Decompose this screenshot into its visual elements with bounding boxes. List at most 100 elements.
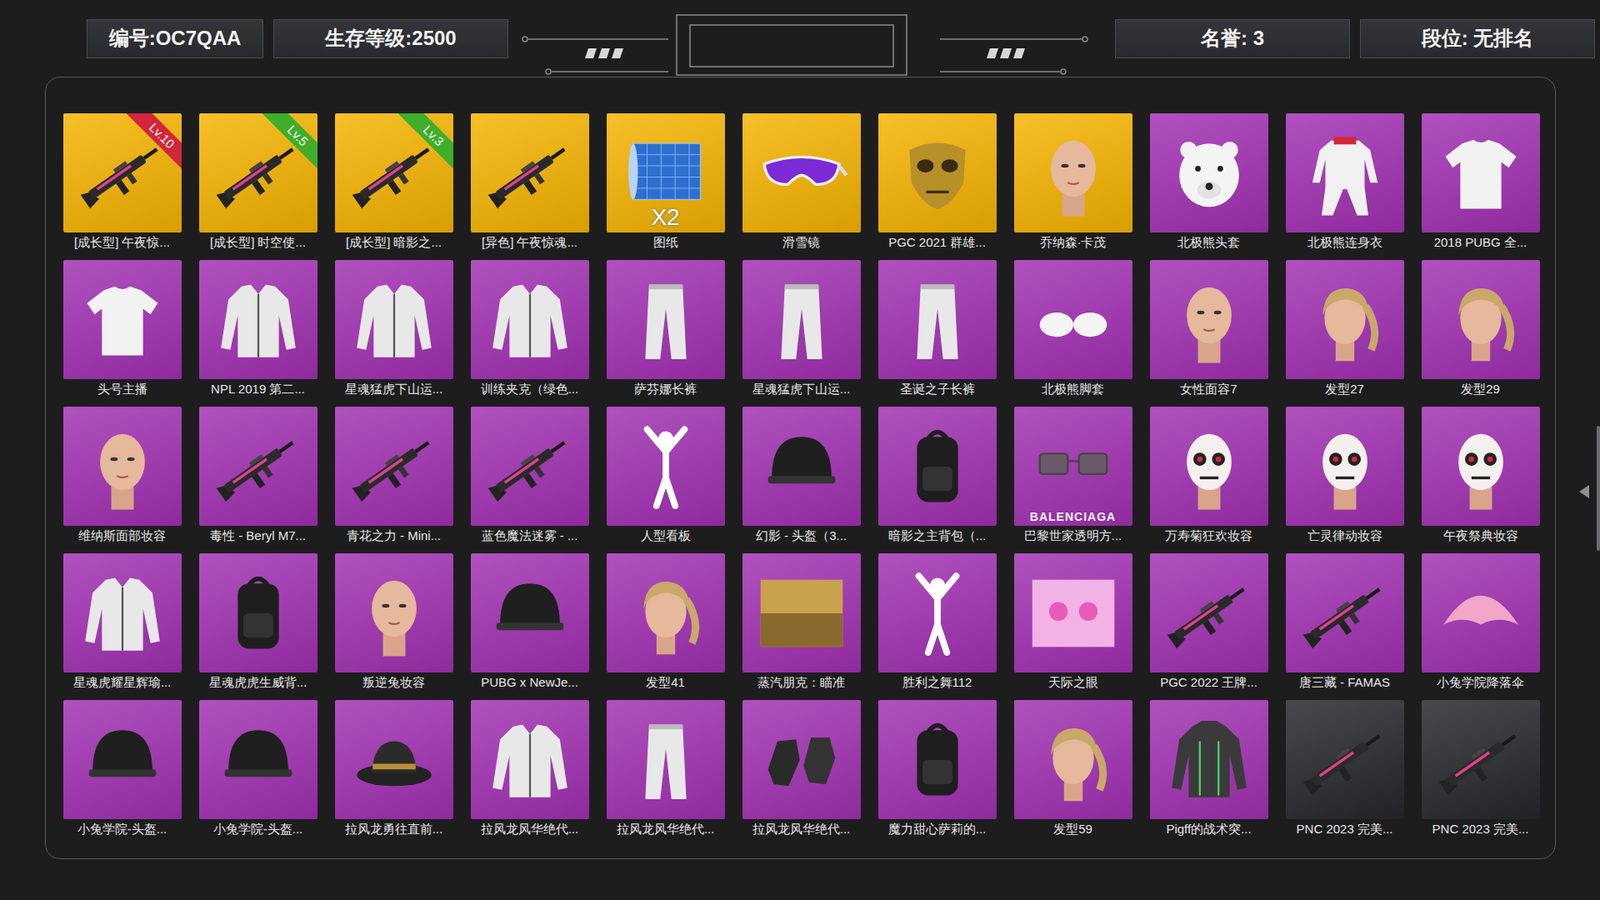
- item-tile[interactable]: [1285, 406, 1405, 526]
- item-card[interactable]: PGC 2021 群雄...: [869, 113, 1005, 253]
- item-card[interactable]: 人型看板: [597, 406, 734, 546]
- item-tile[interactable]: [335, 260, 454, 380]
- item-card[interactable]: 万寿菊狂欢妆容: [1140, 406, 1277, 546]
- item-card[interactable]: NPL 2019 第二...: [190, 260, 326, 400]
- item-card[interactable]: 蓝色魔法迷雾 - ...: [461, 406, 598, 546]
- item-card[interactable]: 2018 PUBG 全...: [1412, 113, 1549, 253]
- item-tile[interactable]: [1421, 113, 1540, 233]
- item-card[interactable]: 萨芬娜长裤: [597, 260, 734, 400]
- item-card[interactable]: 小兔学院-头盔...: [190, 700, 326, 840]
- item-tile[interactable]: [606, 700, 725, 820]
- item-tile[interactable]: [335, 553, 454, 673]
- item-card[interactable]: 胜利之舞112: [869, 553, 1005, 693]
- item-card[interactable]: 青花之力 - Mini...: [325, 406, 462, 546]
- item-tile[interactable]: [1150, 260, 1269, 380]
- item-tile[interactable]: [878, 113, 997, 233]
- item-card[interactable]: 魔力甜心萨莉的...: [869, 700, 1005, 840]
- item-tile[interactable]: Lv.10: [63, 113, 182, 233]
- item-tile[interactable]: [878, 700, 997, 820]
- item-tile[interactable]: [470, 113, 590, 233]
- item-card[interactable]: 蒸汽朋克：瞄准: [733, 553, 870, 693]
- item-tile[interactable]: [878, 260, 997, 380]
- item-card[interactable]: 星魂猛虎下山运...: [733, 260, 870, 400]
- item-card[interactable]: 拉风龙风华绝代...: [461, 700, 598, 840]
- item-card[interactable]: 毒性 - Beryl M7...: [190, 406, 326, 546]
- item-card[interactable]: 发型41: [597, 553, 734, 693]
- item-card[interactable]: 天际之眼: [1005, 553, 1141, 693]
- item-tile[interactable]: [1421, 406, 1540, 526]
- item-tile[interactable]: [1421, 553, 1540, 673]
- item-card[interactable]: 幻影 - 头盔（3...: [733, 406, 870, 546]
- item-card[interactable]: Pigff的战术突...: [1140, 700, 1277, 840]
- item-tile[interactable]: [1014, 553, 1133, 673]
- item-tile[interactable]: [335, 406, 454, 526]
- item-tile[interactable]: [1014, 113, 1133, 233]
- item-tile[interactable]: [1421, 260, 1540, 380]
- item-tile[interactable]: [470, 260, 590, 380]
- item-card[interactable]: X2图纸: [597, 113, 734, 253]
- item-card[interactable]: Lv.3[成长型] 暗影之...: [325, 113, 462, 253]
- item-tile[interactable]: Lv.5: [199, 113, 318, 233]
- item-tile[interactable]: [742, 700, 861, 820]
- item-card[interactable]: 维纳斯面部妆容: [54, 406, 190, 546]
- item-card[interactable]: 暗影之主背包（...: [869, 406, 1005, 546]
- item-tile[interactable]: [1285, 700, 1405, 820]
- item-card[interactable]: 北极熊头套: [1140, 113, 1277, 253]
- item-card[interactable]: 发型59: [1005, 700, 1141, 840]
- item-tile[interactable]: [1014, 260, 1133, 380]
- item-tile[interactable]: [470, 553, 590, 673]
- item-card[interactable]: 星魂虎虎生威背...: [190, 553, 326, 693]
- item-card[interactable]: PGC 2022 王牌...: [1140, 553, 1277, 693]
- item-tile[interactable]: [199, 406, 318, 526]
- item-tile[interactable]: [1285, 260, 1405, 380]
- item-tile[interactable]: [1285, 553, 1405, 673]
- item-card[interactable]: 发型27: [1276, 260, 1413, 400]
- item-tile[interactable]: X2: [606, 113, 725, 233]
- item-tile[interactable]: [1150, 700, 1269, 820]
- item-tile[interactable]: Lv.3: [335, 113, 454, 233]
- item-card[interactable]: PUBG x NewJe...: [461, 553, 598, 693]
- item-tile[interactable]: [742, 113, 861, 233]
- item-card[interactable]: 北极熊连身衣: [1276, 113, 1413, 253]
- item-card[interactable]: Lv.5[成长型] 时空使...: [190, 113, 326, 253]
- item-card[interactable]: 唐三藏 - FAMAS: [1276, 553, 1413, 693]
- item-card[interactable]: 拉风龙风华绝代...: [597, 700, 734, 840]
- item-card[interactable]: 拉风龙勇往直前...: [325, 700, 462, 840]
- item-tile[interactable]: [1421, 700, 1540, 820]
- item-tile[interactable]: [1150, 553, 1269, 673]
- item-card[interactable]: PNC 2023 完美...: [1276, 700, 1413, 840]
- item-card[interactable]: 发型29: [1412, 260, 1549, 400]
- item-card[interactable]: 圣诞之子长裤: [869, 260, 1005, 400]
- item-tile[interactable]: [878, 406, 997, 526]
- item-card[interactable]: 小兔学院降落伞: [1412, 553, 1549, 693]
- scroll-handle[interactable]: [1596, 425, 1600, 551]
- item-tile[interactable]: [335, 700, 454, 820]
- item-tile[interactable]: [1150, 406, 1269, 526]
- item-tile[interactable]: [470, 406, 590, 526]
- item-card[interactable]: 拉风龙风华绝代...: [733, 700, 870, 840]
- item-card[interactable]: 星魂虎耀星辉瑜...: [54, 553, 190, 693]
- collapse-arrow-icon[interactable]: [1578, 480, 1590, 496]
- item-tile[interactable]: [63, 260, 182, 380]
- item-tile[interactable]: [63, 700, 182, 820]
- item-tile[interactable]: [742, 553, 861, 673]
- item-card[interactable]: BALENCIAGA巴黎世家透明方...: [1005, 406, 1141, 546]
- item-card[interactable]: 小兔学院-头盔...: [54, 700, 190, 840]
- item-card[interactable]: 亡灵律动妆容: [1276, 406, 1413, 546]
- item-card[interactable]: 星魂猛虎下山运...: [325, 260, 462, 400]
- item-tile[interactable]: [606, 260, 725, 380]
- item-tile[interactable]: [1285, 113, 1405, 233]
- item-tile[interactable]: [470, 700, 590, 820]
- item-tile[interactable]: [63, 553, 182, 673]
- item-card[interactable]: 乔纳森·卡茂: [1005, 113, 1141, 253]
- item-tile[interactable]: [199, 260, 318, 380]
- item-tile[interactable]: [878, 553, 997, 673]
- item-tile[interactable]: [199, 553, 318, 673]
- item-card[interactable]: 头号主播: [54, 260, 190, 400]
- item-tile[interactable]: [63, 406, 182, 526]
- item-tile[interactable]: [199, 700, 318, 820]
- item-card[interactable]: 训练夹克（绿色...: [461, 260, 598, 400]
- item-tile[interactable]: [742, 260, 861, 380]
- item-tile[interactable]: [1014, 700, 1133, 820]
- item-card[interactable]: 滑雪镜: [733, 113, 870, 253]
